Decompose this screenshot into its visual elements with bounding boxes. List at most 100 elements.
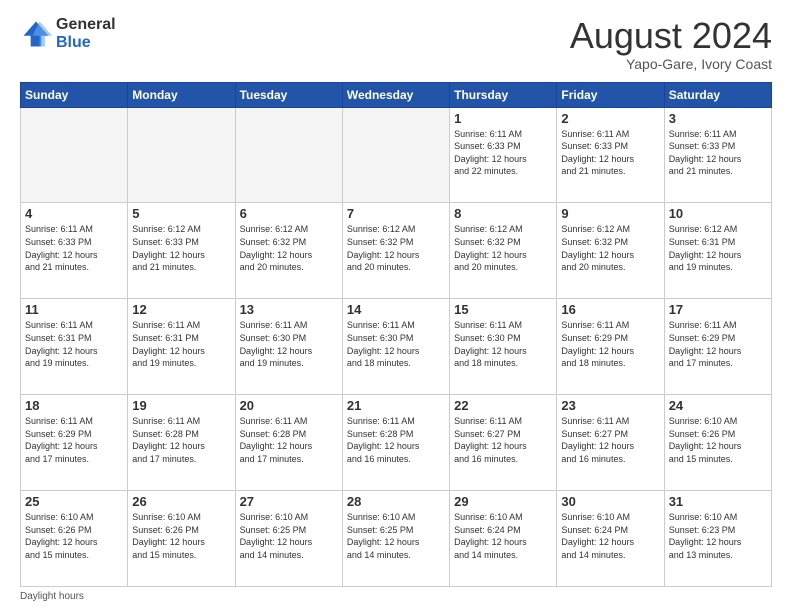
calendar-cell: 1 Sunrise: 6:11 AM Sunset: 6:33 PM Daylig… (450, 107, 557, 203)
day-number: 6 (240, 206, 338, 221)
day-info: Sunrise: 6:11 AM Sunset: 6:29 PM Dayligh… (25, 415, 123, 465)
calendar-cell: 9Sunrise: 6:12 AM Sunset: 6:32 PM Daylig… (557, 203, 664, 299)
day-info: Sunrise: 6:12 AM Sunset: 6:32 PM Dayligh… (347, 223, 445, 273)
calendar-week-row: 4Sunrise: 6:11 AM Sunset: 6:33 PM Daylig… (21, 203, 772, 299)
day-info: Sunrise: 6:12 AM Sunset: 6:33 PM Dayligh… (132, 223, 230, 273)
day-number: 7 (347, 206, 445, 221)
day-info: Sunrise: 6:10 AM Sunset: 6:26 PM Dayligh… (669, 415, 767, 465)
day-info: Sunrise: 6:11 AM Sunset: 6:31 PM Dayligh… (25, 319, 123, 369)
weekday-header: Wednesday (342, 82, 449, 107)
weekday-header-row: SundayMondayTuesdayWednesdayThursdayFrid… (21, 82, 772, 107)
day-info: Sunrise: 6:12 AM Sunset: 6:32 PM Dayligh… (454, 223, 552, 273)
location: Yapo-Gare, Ivory Coast (570, 56, 772, 72)
day-info: Sunrise: 6:11 AM Sunset: 6:29 PM Dayligh… (561, 319, 659, 369)
day-info: Sunrise: 6:12 AM Sunset: 6:31 PM Dayligh… (669, 223, 767, 273)
calendar-cell: 10 Sunrise: 6:12 AM Sunset: 6:31 PM Dayli… (664, 203, 771, 299)
calendar-cell: 6Sunrise: 6:12 AM Sunset: 6:32 PM Daylig… (235, 203, 342, 299)
day-number: 13 (240, 302, 338, 317)
calendar-cell: 12Sunrise: 6:11 AM Sunset: 6:31 PM Dayli… (128, 299, 235, 395)
day-number: 11 (25, 302, 123, 317)
weekday-header: Sunday (21, 82, 128, 107)
day-number: 20 (240, 398, 338, 413)
day-number: 5 (132, 206, 230, 221)
calendar-week-row: 18 Sunrise: 6:11 AM Sunset: 6:29 PM Dayli… (21, 395, 772, 491)
calendar-cell: 5 Sunrise: 6:12 AM Sunset: 6:33 PM Daylig… (128, 203, 235, 299)
calendar-cell: 17Sunrise: 6:11 AM Sunset: 6:29 PM Dayli… (664, 299, 771, 395)
weekday-header: Saturday (664, 82, 771, 107)
day-info: Sunrise: 6:10 AM Sunset: 6:26 PM Dayligh… (25, 511, 123, 561)
logo-general: General (56, 16, 116, 34)
day-info: Sunrise: 6:10 AM Sunset: 6:24 PM Dayligh… (561, 511, 659, 561)
day-number: 3 (669, 111, 767, 126)
day-number: 1 (454, 111, 552, 126)
day-number: 22 (454, 398, 552, 413)
calendar-cell: 28Sunrise: 6:10 AM Sunset: 6:25 PM Dayli… (342, 491, 449, 587)
calendar-cell: 11 Sunrise: 6:11 AM Sunset: 6:31 PM Dayli… (21, 299, 128, 395)
calendar-cell: 13Sunrise: 6:11 AM Sunset: 6:30 PM Dayli… (235, 299, 342, 395)
day-info: Sunrise: 6:11 AM Sunset: 6:30 PM Dayligh… (454, 319, 552, 369)
calendar-cell: 7 Sunrise: 6:12 AM Sunset: 6:32 PM Daylig… (342, 203, 449, 299)
month-year: August 2024 (570, 16, 772, 56)
calendar-cell: 15Sunrise: 6:11 AM Sunset: 6:30 PM Dayli… (450, 299, 557, 395)
day-number: 19 (132, 398, 230, 413)
weekday-header: Tuesday (235, 82, 342, 107)
day-info: Sunrise: 6:11 AM Sunset: 6:27 PM Dayligh… (561, 415, 659, 465)
day-info: Sunrise: 6:10 AM Sunset: 6:23 PM Dayligh… (669, 511, 767, 561)
calendar-cell: 3 Sunrise: 6:11 AM Sunset: 6:33 PM Daylig… (664, 107, 771, 203)
calendar-cell (342, 107, 449, 203)
calendar-week-row: 1 Sunrise: 6:11 AM Sunset: 6:33 PM Daylig… (21, 107, 772, 203)
day-info: Sunrise: 6:10 AM Sunset: 6:26 PM Dayligh… (132, 511, 230, 561)
day-number: 24 (669, 398, 767, 413)
calendar-cell: 14 Sunrise: 6:11 AM Sunset: 6:30 PM Dayli… (342, 299, 449, 395)
calendar-cell: 25 Sunrise: 6:10 AM Sunset: 6:26 PM Dayli… (21, 491, 128, 587)
calendar-cell: 2 Sunrise: 6:11 AM Sunset: 6:33 PM Daylig… (557, 107, 664, 203)
day-number: 25 (25, 494, 123, 509)
day-info: Sunrise: 6:11 AM Sunset: 6:30 PM Dayligh… (347, 319, 445, 369)
day-number: 14 (347, 302, 445, 317)
calendar-cell: 30 Sunrise: 6:10 AM Sunset: 6:24 PM Dayli… (557, 491, 664, 587)
day-info: Sunrise: 6:11 AM Sunset: 6:31 PM Dayligh… (132, 319, 230, 369)
day-number: 4 (25, 206, 123, 221)
day-number: 30 (561, 494, 659, 509)
calendar: SundayMondayTuesdayWednesdayThursdayFrid… (20, 82, 772, 587)
calendar-cell: 31 Sunrise: 6:10 AM Sunset: 6:23 PM Dayli… (664, 491, 771, 587)
logo-icon (20, 18, 52, 50)
weekday-header: Friday (557, 82, 664, 107)
day-info: Sunrise: 6:11 AM Sunset: 6:27 PM Dayligh… (454, 415, 552, 465)
day-number: 21 (347, 398, 445, 413)
day-info: Sunrise: 6:11 AM Sunset: 6:33 PM Dayligh… (454, 128, 552, 178)
calendar-week-row: 11 Sunrise: 6:11 AM Sunset: 6:31 PM Dayli… (21, 299, 772, 395)
day-info: Sunrise: 6:11 AM Sunset: 6:28 PM Dayligh… (347, 415, 445, 465)
day-number: 26 (132, 494, 230, 509)
day-info: Sunrise: 6:11 AM Sunset: 6:33 PM Dayligh… (561, 128, 659, 178)
calendar-cell: 20Sunrise: 6:11 AM Sunset: 6:28 PM Dayli… (235, 395, 342, 491)
calendar-cell: 21 Sunrise: 6:11 AM Sunset: 6:28 PM Dayli… (342, 395, 449, 491)
day-number: 31 (669, 494, 767, 509)
calendar-cell: 16 Sunrise: 6:11 AM Sunset: 6:29 PM Dayli… (557, 299, 664, 395)
day-number: 18 (25, 398, 123, 413)
weekday-header: Thursday (450, 82, 557, 107)
calendar-cell (21, 107, 128, 203)
calendar-cell: 19 Sunrise: 6:11 AM Sunset: 6:28 PM Dayli… (128, 395, 235, 491)
calendar-cell: 23 Sunrise: 6:11 AM Sunset: 6:27 PM Dayli… (557, 395, 664, 491)
weekday-header: Monday (128, 82, 235, 107)
calendar-cell: 22 Sunrise: 6:11 AM Sunset: 6:27 PM Dayli… (450, 395, 557, 491)
calendar-cell: 24 Sunrise: 6:10 AM Sunset: 6:26 PM Dayli… (664, 395, 771, 491)
day-number: 10 (669, 206, 767, 221)
day-info: Sunrise: 6:11 AM Sunset: 6:29 PM Dayligh… (669, 319, 767, 369)
day-number: 23 (561, 398, 659, 413)
logo: General Blue (20, 16, 116, 51)
day-info: Sunrise: 6:11 AM Sunset: 6:28 PM Dayligh… (132, 415, 230, 465)
day-info: Sunrise: 6:10 AM Sunset: 6:24 PM Dayligh… (454, 511, 552, 561)
day-number: 9 (561, 206, 659, 221)
day-number: 8 (454, 206, 552, 221)
day-info: Sunrise: 6:11 AM Sunset: 6:33 PM Dayligh… (669, 128, 767, 178)
day-number: 29 (454, 494, 552, 509)
day-number: 27 (240, 494, 338, 509)
day-number: 16 (561, 302, 659, 317)
calendar-week-row: 25 Sunrise: 6:10 AM Sunset: 6:26 PM Dayli… (21, 491, 772, 587)
day-number: 28 (347, 494, 445, 509)
day-number: 2 (561, 111, 659, 126)
calendar-cell (128, 107, 235, 203)
page: General Blue August 2024 Yapo-Gare, Ivor… (0, 0, 792, 612)
